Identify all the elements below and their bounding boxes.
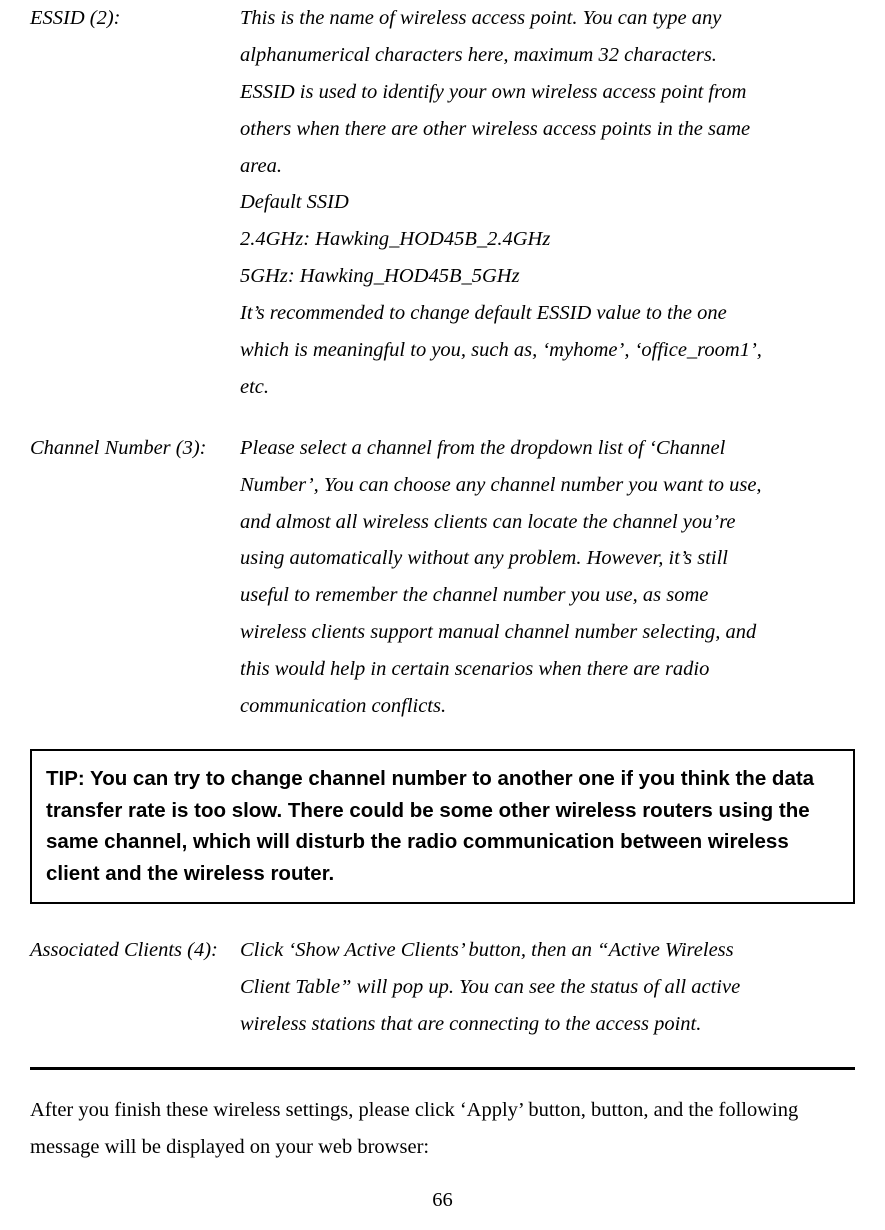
channel-line: wireless clients support manual channel …	[240, 614, 855, 651]
page-number: 66	[0, 1189, 885, 1212]
channel-line: and almost all wireless clients can loca…	[240, 504, 855, 541]
essid-line: ESSID is used to identify your own wirel…	[240, 74, 855, 111]
channel-line: Please select a channel from the dropdow…	[240, 430, 855, 467]
associated-line: Client Table” will pop up. You can see t…	[240, 969, 855, 1006]
closing-paragraph: After you finish these wireless settings…	[30, 1092, 855, 1166]
essid-line: area.	[240, 148, 855, 185]
associated-line: wireless stations that are connecting to…	[240, 1006, 855, 1043]
essid-line: It’s recommended to change default ESSID…	[240, 295, 855, 332]
essid-line: etc.	[240, 369, 855, 406]
essid-line: Default SSID	[240, 184, 855, 221]
channel-line: using automatically without any problem.…	[240, 540, 855, 577]
channel-line: this would help in certain scenarios whe…	[240, 651, 855, 688]
associated-clients-description: Click ‘Show Active Clients’ button, then…	[240, 932, 855, 1043]
essid-line: alphanumerical characters here, maximum …	[240, 37, 855, 74]
essid-line: 5GHz: Hawking_HOD45B_5GHz	[240, 258, 855, 295]
associated-clients-definition: Associated Clients (4): Click ‘Show Acti…	[30, 932, 855, 1043]
essid-line: others when there are other wireless acc…	[240, 111, 855, 148]
section-divider	[30, 1067, 855, 1070]
essid-line: This is the name of wireless access poin…	[240, 0, 855, 37]
tip-box: TIP: You can try to change channel numbe…	[30, 749, 855, 904]
essid-line: 2.4GHz: Hawking_HOD45B_2.4GHz	[240, 221, 855, 258]
associated-line: Click ‘Show Active Clients’ button, then…	[240, 932, 855, 969]
channel-description: Please select a channel from the dropdow…	[240, 430, 855, 725]
channel-line: Number’, You can choose any channel numb…	[240, 467, 855, 504]
channel-definition: Channel Number (3): Please select a chan…	[30, 430, 855, 725]
essid-label: ESSID (2):	[30, 0, 240, 406]
essid-description: This is the name of wireless access poin…	[240, 0, 855, 406]
channel-line: communication conflicts.	[240, 688, 855, 725]
channel-line: useful to remember the channel number yo…	[240, 577, 855, 614]
channel-label: Channel Number (3):	[30, 430, 240, 725]
essid-line: which is meaningful to you, such as, ‘my…	[240, 332, 855, 369]
essid-definition: ESSID (2): This is the name of wireless …	[30, 0, 855, 406]
associated-clients-label: Associated Clients (4):	[30, 932, 240, 1043]
